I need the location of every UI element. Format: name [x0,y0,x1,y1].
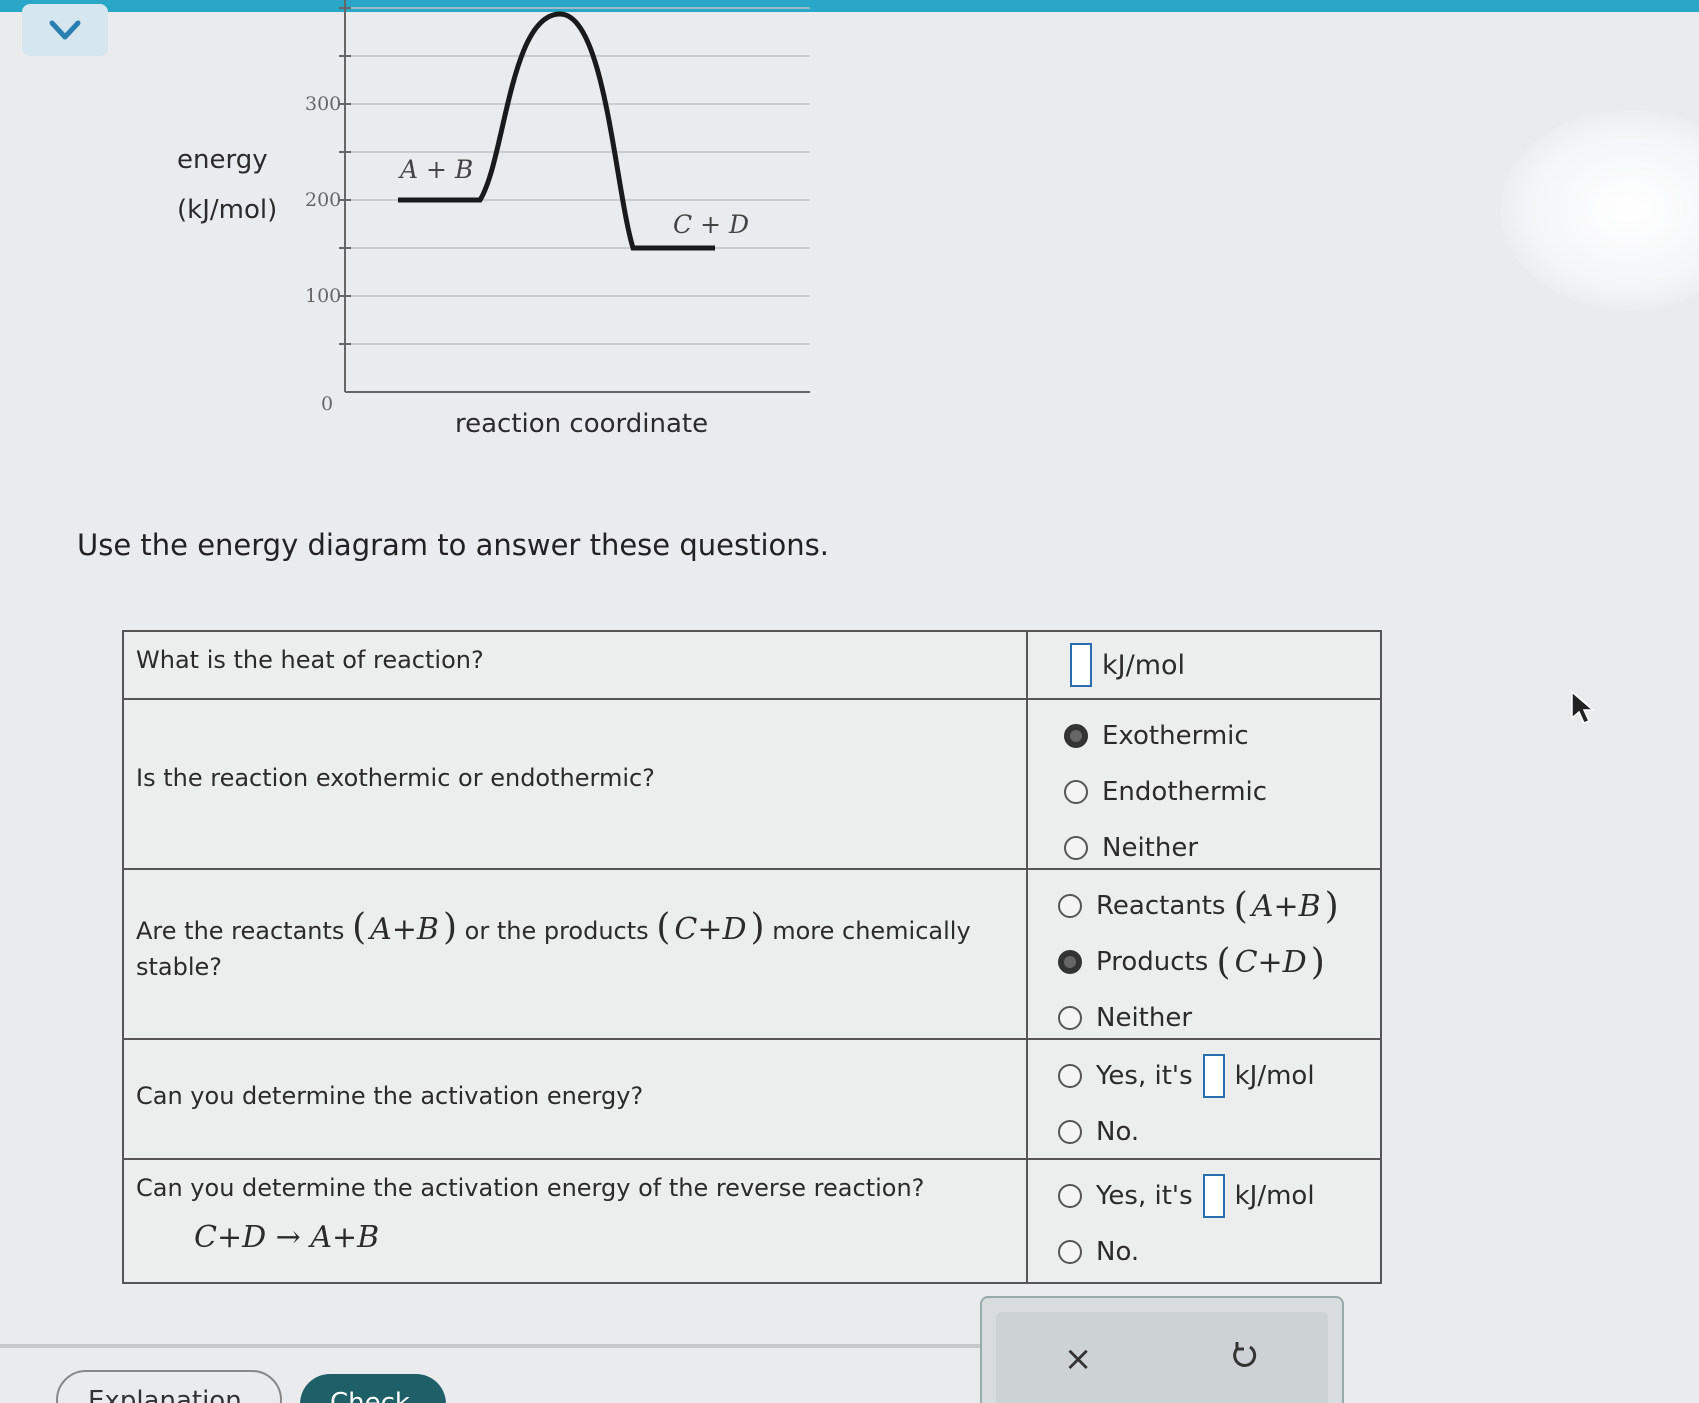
clear-button[interactable]: × [1064,1339,1093,1379]
radio-neither[interactable] [1064,836,1088,860]
energy-curve [398,11,715,251]
radio-reverse-no[interactable] [1058,1240,1082,1264]
radio-reverse-yes[interactable] [1058,1184,1082,1208]
y-tick-label: 100 [305,285,341,307]
question-table: What is the heat of reaction? kJ/mol Is … [122,630,1382,1284]
collapse-button[interactable] [22,4,108,56]
option-exothermic[interactable]: Exothermic [1064,708,1360,764]
activation-energy-input[interactable] [1202,1054,1225,1098]
radio-activation-no[interactable] [1058,1120,1082,1144]
radio-activation-yes[interactable] [1058,1064,1082,1088]
instruction-text: Use the energy diagram to answer these q… [77,528,829,562]
y-axis-label-line1: energy [177,145,268,175]
question-row: What is the heat of reaction? kJ/mol [124,632,1380,700]
radio-products[interactable] [1058,950,1082,974]
energy-diagram: energy (kJ/mol) 0 100 200 300 A + B C + D r… [177,0,810,439]
bottom-divider [0,1344,980,1348]
check-button[interactable]: Check [300,1374,446,1403]
option-reverse-yes[interactable]: Yes, it's kJ/mol [1058,1168,1360,1224]
option-reverse-no[interactable]: No. [1058,1224,1360,1280]
question-row: Can you determine the activation energy?… [124,1040,1380,1160]
option-neither[interactable]: Neither [1064,820,1360,876]
radio-exothermic[interactable] [1064,724,1088,748]
mouse-cursor-icon [1571,690,1596,724]
screen-glare [1500,110,1699,310]
products-label: C + D [673,210,749,239]
reverse-activation-input[interactable] [1202,1174,1225,1218]
y-tick-label: 0 [321,393,333,415]
heat-of-reaction-input[interactable] [1070,643,1092,687]
question-heat-of-reaction: What is the heat of reaction? [124,632,1028,698]
question-stability: Are the reactants (A+B) or the products … [124,870,1028,1038]
option-products[interactable]: Products (C+D) [1058,934,1360,990]
undo-button[interactable] [1228,1339,1260,1380]
x-axis-label: reaction coordinate [455,409,708,439]
undo-icon [1233,1341,1257,1367]
radio-reactants[interactable] [1058,894,1082,918]
question-exo-endo: Is the reaction exothermic or endothermi… [124,700,1028,868]
radio-endothermic[interactable] [1064,780,1088,804]
question-row: Is the reaction exothermic or endothermi… [124,700,1380,870]
reactants-math: A+B [370,912,439,947]
chevron-down-icon [49,20,81,40]
option-activation-no[interactable]: No. [1058,1104,1360,1160]
option-neither-stability[interactable]: Neither [1058,990,1360,1046]
question-reverse-activation: Can you determine the activation energy … [124,1160,1028,1282]
explanation-button[interactable]: Explanation [56,1370,282,1403]
radio-neither-stability[interactable] [1058,1006,1082,1030]
action-panel: × [980,1296,1344,1403]
option-activation-yes[interactable]: Yes, it's kJ/mol [1058,1048,1360,1104]
option-reactants[interactable]: Reactants (A+B) [1058,878,1360,934]
y-axis-label-line2: (kJ/mol) [177,195,277,225]
y-tick-label: 300 [305,93,341,115]
reverse-reaction-equation: C+D → A+B [194,1220,380,1255]
y-tick-label: 200 [305,189,341,211]
heat-unit-label: kJ/mol [1102,649,1186,681]
question-activation-energy: Can you determine the activation energy? [124,1040,1028,1158]
products-math: C+D [674,912,747,947]
option-endothermic[interactable]: Endothermic [1064,764,1360,820]
question-row: Are the reactants (A+B) or the products … [124,870,1380,1040]
reactants-label: A + B [398,155,473,184]
question-row: Can you determine the activation energy … [124,1160,1380,1282]
